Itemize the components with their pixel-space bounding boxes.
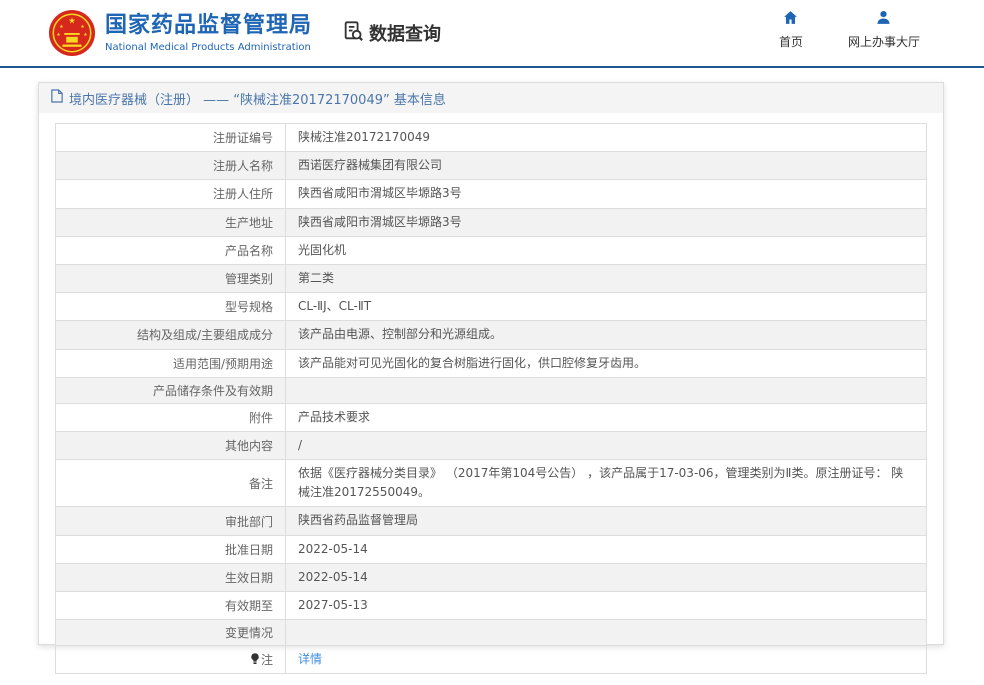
- user-icon: [875, 9, 892, 29]
- field-label: 产品名称: [56, 236, 286, 264]
- document-icon: [51, 89, 63, 107]
- top-nav: 首页 网上办事大厅: [774, 9, 920, 50]
- table-row: 注详情: [56, 646, 927, 674]
- field-label: 有效期至: [56, 592, 286, 620]
- table-row: 变更情况: [56, 620, 927, 646]
- table-row: 产品名称光固化机: [56, 236, 927, 264]
- field-value: 2022-05-14: [286, 563, 927, 591]
- field-value: 2027-05-13: [286, 592, 927, 620]
- national-emblem-icon: ★ ★ ★ ★ ★: [48, 9, 96, 57]
- table-row: 批准日期2022-05-14: [56, 535, 927, 563]
- field-label: 型号规格: [56, 293, 286, 321]
- table-row: 结构及组成/主要组成成分该产品由电源、控制部分和光源组成。: [56, 321, 927, 349]
- home-icon: [782, 9, 799, 29]
- field-label: 生效日期: [56, 563, 286, 591]
- field-label: 管理类别: [56, 264, 286, 292]
- nmpa-logo-link[interactable]: ★ ★ ★ ★ ★ 国家药品监督管理局 National Medical Pro…: [48, 9, 312, 57]
- table-row: 注册证编号陕械注准20172170049: [56, 124, 927, 152]
- field-value: 第二类: [286, 264, 927, 292]
- table-row: 适用范围/预期用途该产品能对可见光固化的复合树脂进行固化，供口腔修复牙齿用。: [56, 349, 927, 377]
- field-label: 附件: [56, 403, 286, 431]
- data-query-label: 数据查询: [369, 20, 441, 46]
- data-query-icon: [342, 20, 364, 47]
- content-panel: 境内医疗器械（注册） —— “陕械注准20172170049” 基本信息 注册证…: [38, 82, 944, 645]
- field-value: [286, 620, 927, 646]
- field-value: 陕西省药品监督管理局: [286, 507, 927, 535]
- field-label: 适用范围/预期用途: [56, 349, 286, 377]
- field-label: 注册人住所: [56, 180, 286, 208]
- table-row: 有效期至2027-05-13: [56, 592, 927, 620]
- field-value: 陕械注准20172170049: [286, 124, 927, 152]
- field-label: 注: [56, 646, 286, 674]
- breadcrumb: 境内医疗器械（注册） —— “陕械注准20172170049” 基本信息: [39, 83, 943, 113]
- table-row: 产品储存条件及有效期: [56, 377, 927, 403]
- field-value: 该产品能对可见光固化的复合树脂进行固化，供口腔修复牙齿用。: [286, 349, 927, 377]
- detail-link[interactable]: 详情: [298, 652, 322, 666]
- field-label: 注册人名称: [56, 152, 286, 180]
- field-value: 详情: [286, 646, 927, 674]
- table-row: 注册人名称西诺医疗器械集团有限公司: [56, 152, 927, 180]
- table-row: 型号规格CL-ⅡJ、CL-ⅡT: [56, 293, 927, 321]
- svg-text:★: ★: [68, 16, 76, 26]
- svg-text:★: ★: [59, 24, 63, 30]
- field-value: 陕西省咸阳市渭城区毕塬路3号: [286, 180, 927, 208]
- field-label: 结构及组成/主要组成成分: [56, 321, 286, 349]
- registration-info-table-wrap: 注册证编号陕械注准20172170049注册人名称西诺医疗器械集团有限公司注册人…: [39, 113, 943, 685]
- field-value: 西诺医疗器械集团有限公司: [286, 152, 927, 180]
- page-title: 境内医疗器械（注册） —— “陕械注准20172170049” 基本信息: [69, 89, 446, 108]
- field-label: 批准日期: [56, 535, 286, 563]
- site-title: 国家药品监督管理局: [105, 13, 312, 39]
- header-divider: [0, 66, 984, 68]
- info-table-body: 注册证编号陕械注准20172170049注册人名称西诺医疗器械集团有限公司注册人…: [56, 124, 927, 674]
- field-label: 注册证编号: [56, 124, 286, 152]
- data-query-nav[interactable]: 数据查询: [342, 20, 441, 47]
- table-row: 备注依据《医疗器械分类目录》 （2017年第104号公告） ，该产品属于17-0…: [56, 460, 927, 507]
- svg-text:★: ★: [83, 32, 87, 38]
- table-row: 审批部门陕西省药品监督管理局: [56, 507, 927, 535]
- field-label: 变更情况: [56, 620, 286, 646]
- nav-service-hall[interactable]: 网上办事大厅: [848, 9, 920, 50]
- field-value: 陕西省咸阳市渭城区毕塬路3号: [286, 208, 927, 236]
- table-row: 附件产品技术要求: [56, 403, 927, 431]
- table-row: 管理类别第二类: [56, 264, 927, 292]
- field-value: 2022-05-14: [286, 535, 927, 563]
- field-value: 光固化机: [286, 236, 927, 264]
- table-row: 其他内容/: [56, 431, 927, 459]
- svg-text:★: ★: [80, 24, 84, 30]
- site-header: ★ ★ ★ ★ ★ 国家药品监督管理局 National Medical Pro…: [0, 0, 984, 66]
- field-value: 该产品由电源、控制部分和光源组成。: [286, 321, 927, 349]
- svg-text:★: ★: [56, 32, 60, 38]
- table-row: 生产地址陕西省咸阳市渭城区毕塬路3号: [56, 208, 927, 236]
- field-label: 产品储存条件及有效期: [56, 377, 286, 403]
- field-value: CL-ⅡJ、CL-ⅡT: [286, 293, 927, 321]
- field-label: 生产地址: [56, 208, 286, 236]
- site-subtitle: National Medical Products Administration: [105, 42, 312, 53]
- field-value: 依据《医疗器械分类目录》 （2017年第104号公告） ，该产品属于17-03-…: [286, 460, 927, 507]
- brand-text: 国家药品监督管理局 National Medical Products Admi…: [105, 13, 312, 52]
- field-label: 备注: [56, 460, 286, 507]
- table-row: 注册人住所陕西省咸阳市渭城区毕塬路3号: [56, 180, 927, 208]
- nav-home[interactable]: 首页: [774, 9, 808, 50]
- registration-info-table: 注册证编号陕械注准20172170049注册人名称西诺医疗器械集团有限公司注册人…: [55, 123, 927, 674]
- nav-service-hall-label: 网上办事大厅: [848, 33, 920, 50]
- nav-home-label: 首页: [779, 33, 803, 50]
- field-label: 审批部门: [56, 507, 286, 535]
- field-value: /: [286, 431, 927, 459]
- field-value: [286, 377, 927, 403]
- field-label: 其他内容: [56, 431, 286, 459]
- table-row: 生效日期2022-05-14: [56, 563, 927, 591]
- field-value: 产品技术要求: [286, 403, 927, 431]
